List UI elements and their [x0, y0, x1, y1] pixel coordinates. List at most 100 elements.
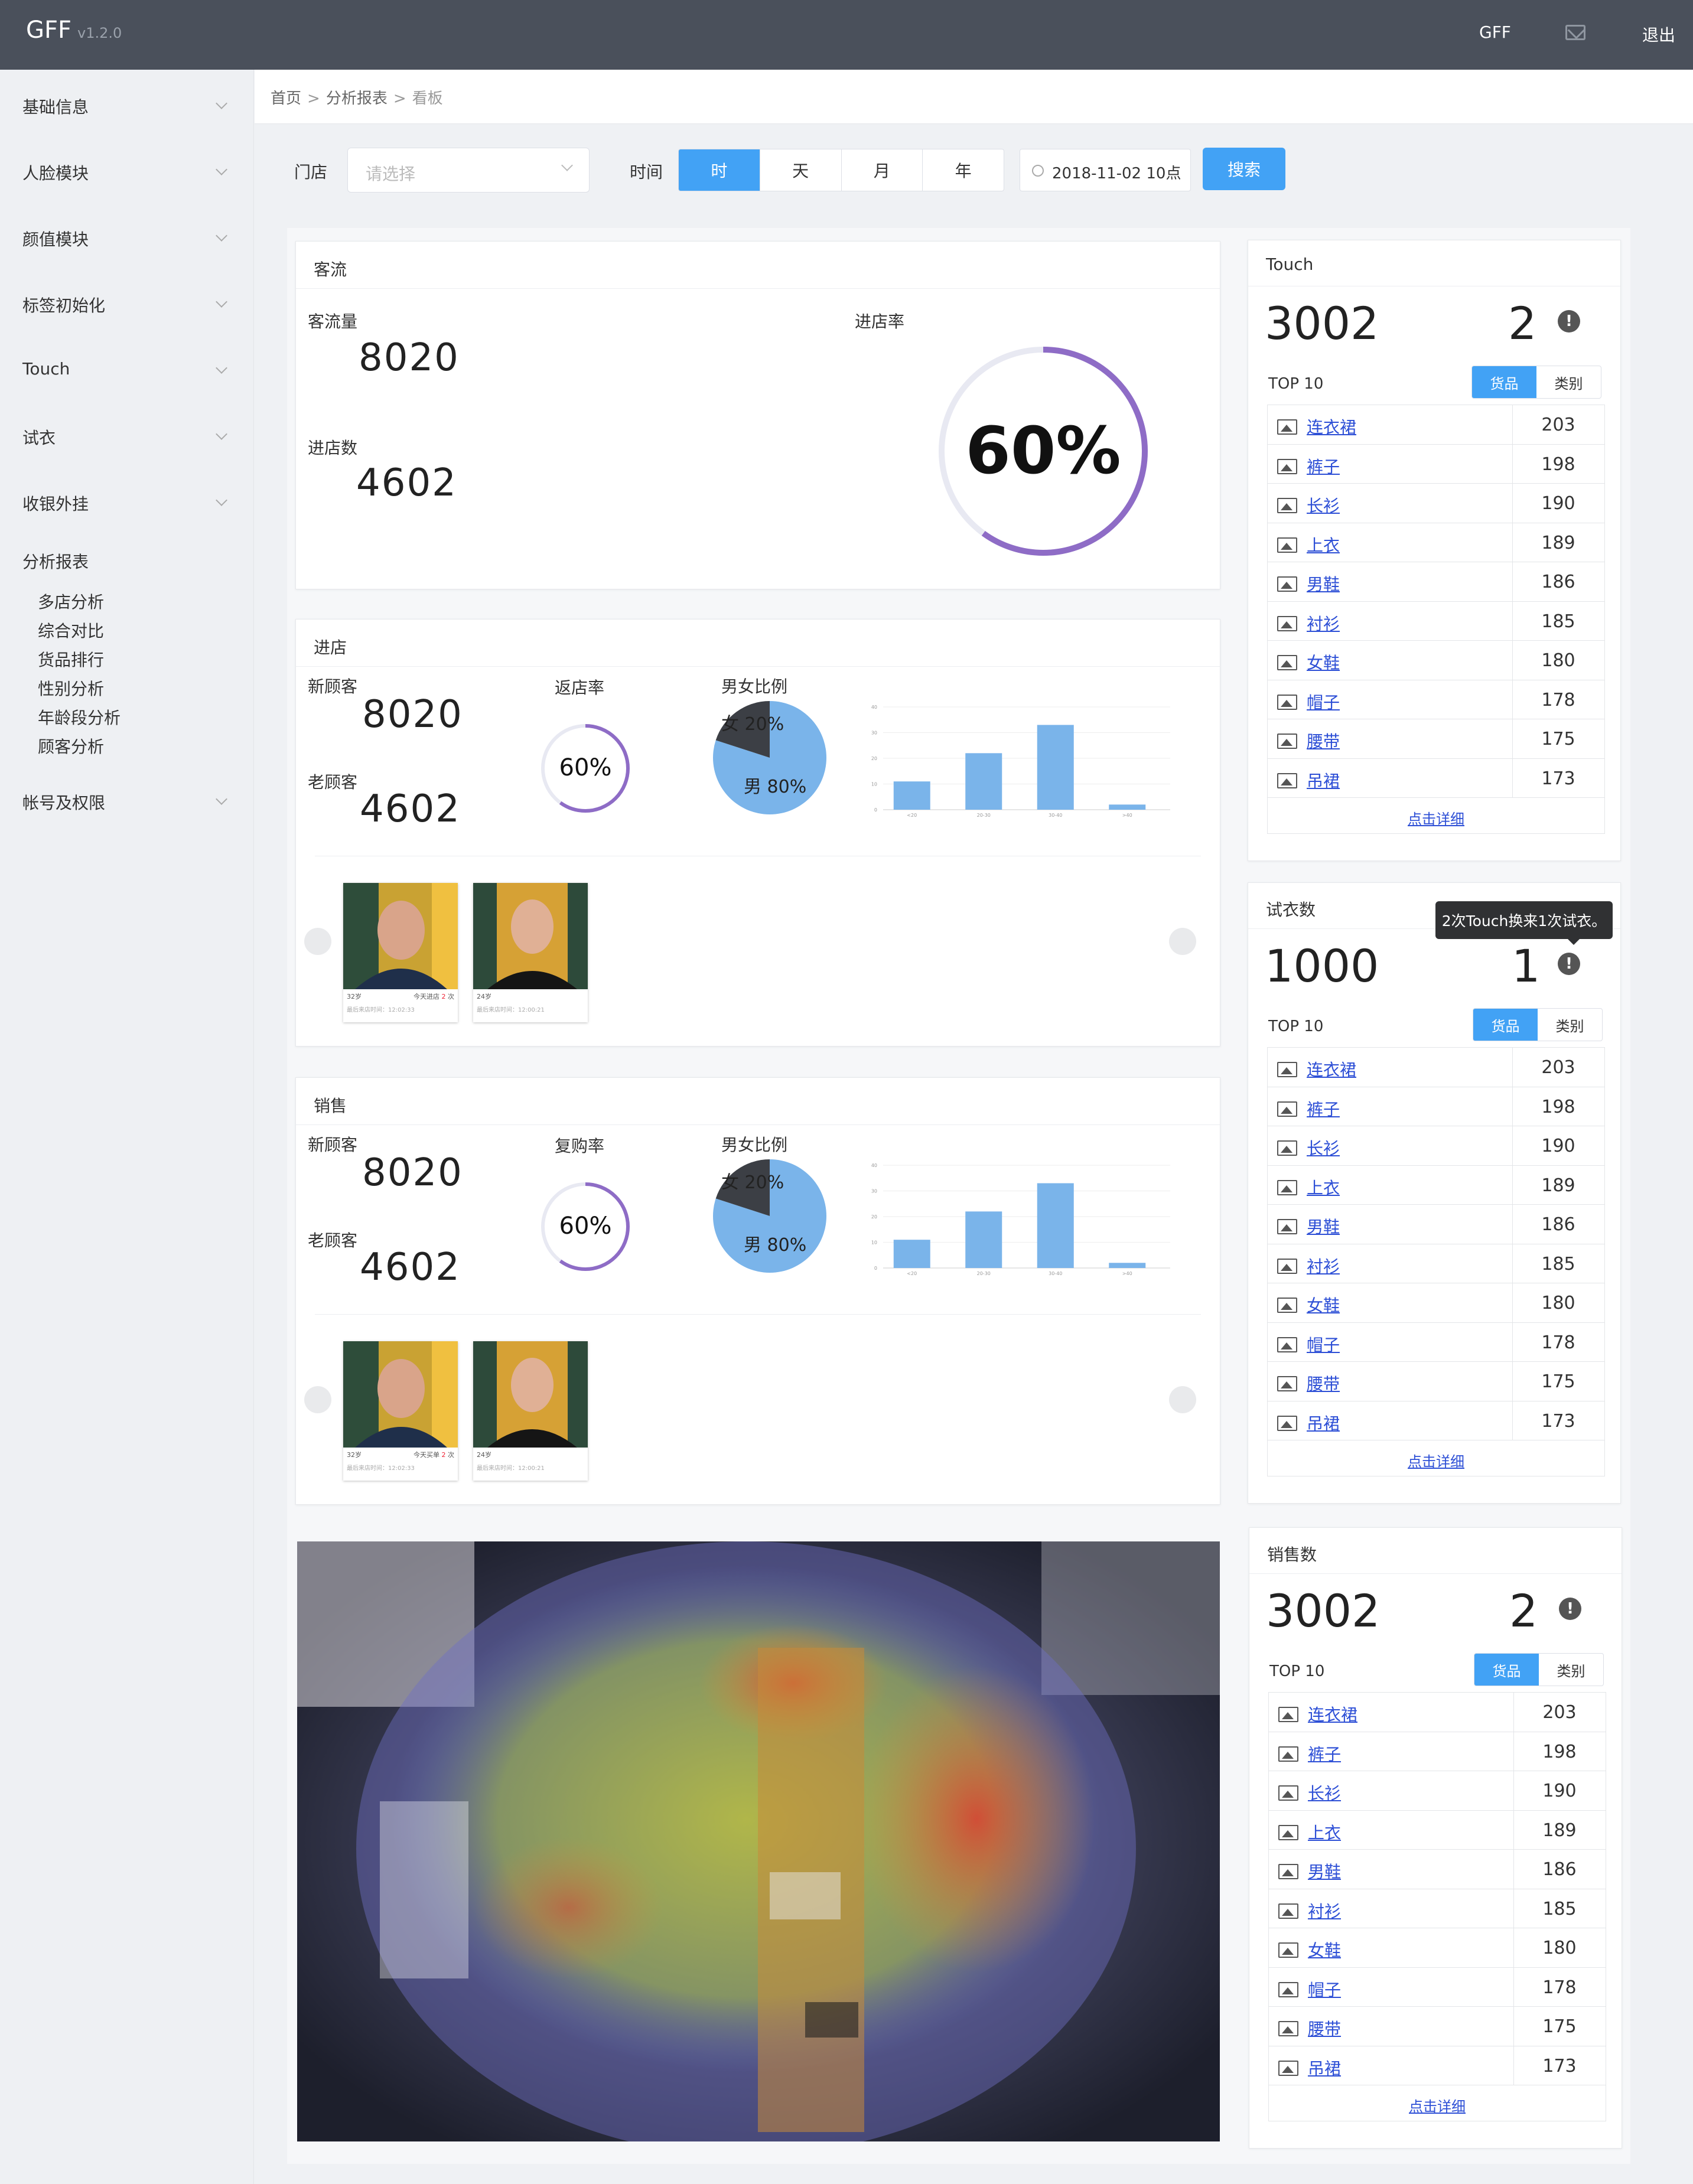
carousel-next-button[interactable]	[1169, 1386, 1196, 1413]
sidebar-item-accounts[interactable]: 帐号及权限	[22, 790, 105, 814]
sidebar-subitem-2[interactable]: 货品排行	[38, 647, 104, 671]
sidebar-item-3[interactable]: 标签初始化	[22, 293, 105, 317]
image-icon	[1277, 1179, 1297, 1195]
rank-row: 上衣 189	[1269, 1810, 1606, 1850]
bar	[893, 781, 930, 810]
rank-item-link[interactable]: 裤子	[1307, 454, 1340, 478]
sidebar-item-0[interactable]: 基础信息	[22, 94, 89, 118]
sidebar-subitem-1[interactable]: 综合对比	[38, 618, 104, 642]
breadcrumb-report[interactable]: 分析报表	[326, 90, 388, 107]
image-icon	[1277, 1258, 1297, 1274]
y-tick-label: 10	[871, 1240, 877, 1246]
face-card[interactable]: 32岁 今天进店 2 次 最后来店时间：12:02:33	[343, 883, 458, 1022]
sidebar-item-5[interactable]: 试衣	[22, 425, 56, 449]
rank-item-link[interactable]: 腰带	[1308, 2016, 1341, 2040]
face-card[interactable]: 24岁 最后来店时间：12:00:21	[473, 883, 588, 1022]
user-name[interactable]: GFF	[1479, 22, 1511, 42]
tryon-count: 1	[1512, 940, 1541, 992]
store-select[interactable]: 请选择	[347, 148, 590, 193]
rank-item-link[interactable]: 连衣裙	[1307, 1057, 1356, 1081]
tab-goods[interactable]: 货品	[1474, 1654, 1539, 1686]
info-icon[interactable]: !	[1558, 310, 1580, 333]
rank-row: 腰带 175	[1269, 2007, 1606, 2046]
sidebar-item-6[interactable]: 收银外挂	[22, 491, 89, 515]
rank-item-link[interactable]: 腰带	[1307, 729, 1340, 752]
tab-goods[interactable]: 货品	[1472, 366, 1536, 398]
info-icon[interactable]: !	[1558, 953, 1580, 975]
rank-item-link[interactable]: 腰带	[1307, 1371, 1340, 1395]
rank-item-link[interactable]: 帽子	[1307, 1332, 1340, 1356]
rank-item-link[interactable]: 衬衫	[1307, 1254, 1340, 1277]
rank-item-value: 185	[1541, 1253, 1575, 1274]
rank-item-link[interactable]: 长衫	[1307, 1136, 1340, 1159]
rank-item-link[interactable]: 裤子	[1307, 1097, 1340, 1120]
rank-item-link[interactable]: 女鞋	[1308, 1938, 1341, 1961]
rank-item-link[interactable]: 男鞋	[1308, 1859, 1341, 1883]
face-card[interactable]: 24岁 最后来店时间：12:00:21	[473, 1341, 588, 1481]
rank-item-link[interactable]: 帽子	[1308, 1977, 1341, 2001]
rank-row: 腰带 175	[1268, 719, 1604, 759]
rank-item-link[interactable]: 吊裙	[1307, 768, 1340, 792]
tab-category[interactable]: 类别	[1536, 366, 1601, 398]
rank-item-link[interactable]: 衬衫	[1307, 611, 1340, 635]
rank-item-link[interactable]: 衬衫	[1308, 1899, 1341, 1922]
rank-item-link[interactable]: 男鞋	[1307, 1214, 1340, 1238]
rank-item-value: 190	[1541, 493, 1575, 514]
rank-item-link[interactable]: 长衫	[1308, 1781, 1341, 1804]
carousel-prev-button[interactable]	[304, 928, 331, 955]
breadcrumb-home[interactable]: 首页	[271, 90, 301, 107]
sidebar-item-2[interactable]: 颜值模块	[22, 227, 89, 250]
rank-item-link[interactable]: 连衣裙	[1307, 415, 1356, 438]
carousel-next-button[interactable]	[1169, 928, 1196, 955]
x-tick-label: 20-30	[977, 813, 991, 818]
tab-goods[interactable]: 货品	[1473, 1009, 1538, 1041]
sidebar-subitem-3[interactable]: 性别分析	[38, 676, 104, 700]
carousel-prev-button[interactable]	[304, 1386, 331, 1413]
time-tab-year[interactable]: 年	[922, 149, 1004, 191]
rank-item-link[interactable]: 女鞋	[1307, 1293, 1340, 1316]
search-button[interactable]: 搜索	[1203, 148, 1285, 190]
face-card[interactable]: 32岁 今天买单 2 次 最后来店时间：12:02:33	[343, 1341, 458, 1481]
rank-item-link[interactable]: 帽子	[1307, 690, 1340, 713]
rank-item-link[interactable]: 上衣	[1307, 533, 1340, 556]
rank-item-link[interactable]: 上衣	[1308, 1820, 1341, 1844]
details-link[interactable]: 点击详细	[1269, 2085, 1606, 2121]
info-icon[interactable]: !	[1559, 1598, 1581, 1620]
rank-item-link[interactable]: 吊裙	[1308, 2056, 1341, 2079]
image-icon	[1277, 537, 1297, 553]
tab-category[interactable]: 类别	[1538, 1009, 1602, 1041]
female-label: 女 20%	[721, 1172, 784, 1193]
time-tab-day[interactable]: 天	[759, 149, 841, 191]
rank-item-link[interactable]: 长衫	[1307, 493, 1340, 517]
rank-item-link[interactable]: 连衣裙	[1308, 1702, 1357, 1726]
sidebar-item-4[interactable]: Touch	[22, 359, 70, 379]
face-photo	[473, 883, 588, 989]
salescount-count: 2	[1509, 1585, 1538, 1637]
logout-link[interactable]: 退出	[1642, 22, 1675, 46]
details-link[interactable]: 点击详细	[1268, 798, 1604, 833]
details-link[interactable]: 点击详细	[1268, 1440, 1604, 1476]
rank-item-link[interactable]: 吊裙	[1307, 1411, 1340, 1435]
sidebar-item-reports[interactable]: 分析报表	[22, 549, 89, 573]
datetime-picker[interactable]: 2018-11-02 10点	[1020, 149, 1191, 191]
rank-item-link[interactable]: 上衣	[1307, 1175, 1340, 1199]
tab-category[interactable]: 类别	[1539, 1654, 1603, 1686]
mail-icon[interactable]	[1565, 25, 1585, 40]
sidebar-subitem-5[interactable]: 顾客分析	[38, 734, 104, 758]
sidebar-item-1[interactable]: 人脸模块	[22, 161, 89, 184]
y-tick-label: 20	[871, 1214, 877, 1220]
rank-item-link[interactable]: 女鞋	[1307, 650, 1340, 674]
time-tab-hour[interactable]: 时	[679, 149, 760, 191]
salescount-panel: 销售数 3002 2 ! TOP 10 货品 类别 连衣裙 203 裤子 198 长衫 1…	[1249, 1527, 1622, 2149]
face-age: 32岁	[347, 1451, 362, 1459]
visit-text: 今天买单	[414, 1451, 439, 1459]
sidebar-subitem-0[interactable]: 多店分析	[38, 589, 104, 613]
touch-count: 2	[1508, 297, 1537, 350]
rank-row: 吊裙 173	[1268, 1401, 1604, 1440]
app-logo[interactable]: GFF v1.2.0	[26, 17, 122, 44]
time-tab-month[interactable]: 月	[841, 149, 923, 191]
rank-item-link[interactable]: 裤子	[1308, 1742, 1341, 1765]
sidebar-subitem-4[interactable]: 年龄段分析	[38, 705, 121, 729]
new-customer-value: 8020	[362, 1151, 463, 1195]
rank-item-link[interactable]: 男鞋	[1307, 572, 1340, 595]
